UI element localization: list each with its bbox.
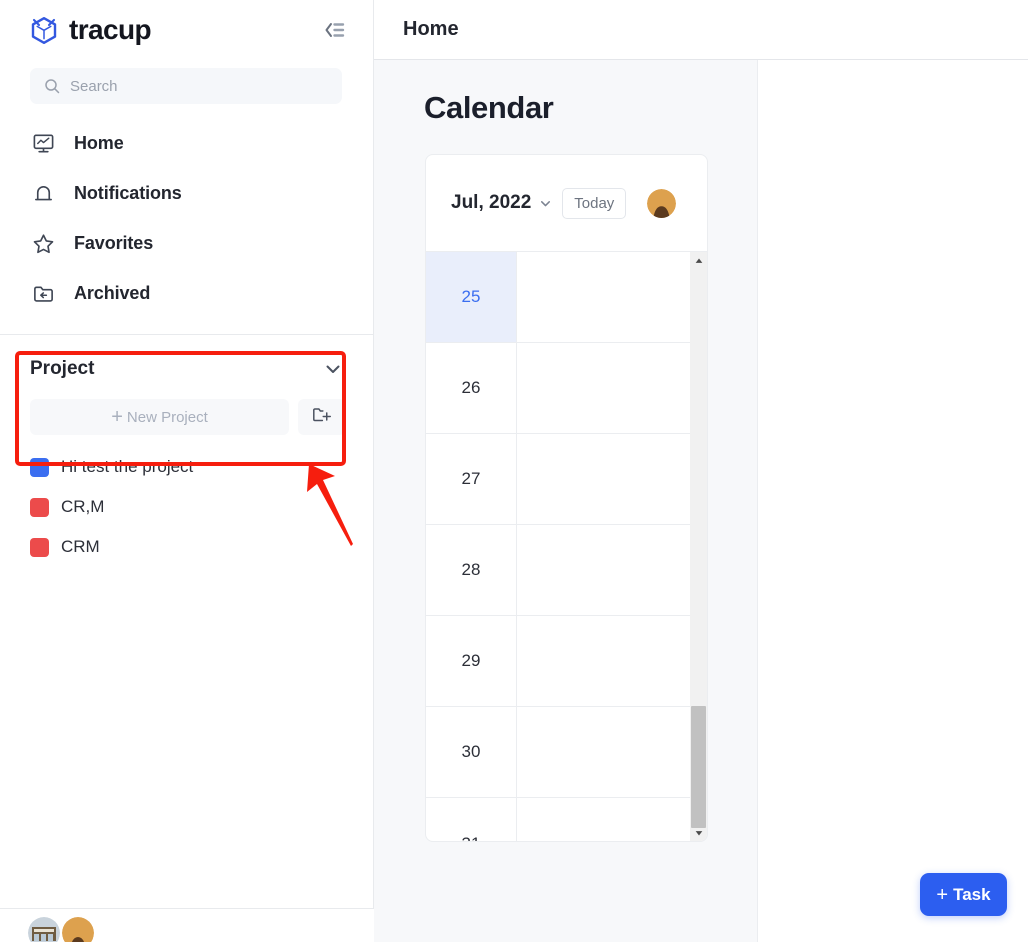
archive-folder-icon (30, 280, 56, 306)
project-color-swatch (30, 537, 49, 557)
sidebar-item-favorites[interactable]: Favorites (0, 218, 373, 268)
folder-plus-icon (311, 404, 332, 430)
new-project-label: New Project (126, 408, 208, 426)
tracup-cube-logo-icon (28, 14, 60, 46)
project-section-title: Project (30, 358, 95, 379)
avatar[interactable] (28, 917, 60, 942)
brand-name: tracup (69, 14, 152, 45)
star-icon (30, 230, 56, 256)
calendar-event-cell[interactable] (517, 434, 690, 524)
calendar-day-number[interactable]: 25 (426, 252, 517, 342)
scroll-up-arrow-icon[interactable] (690, 252, 707, 269)
calendar-event-cell[interactable] (517, 616, 690, 706)
today-button[interactable]: Today (562, 187, 627, 219)
calendar-day-number[interactable]: 26 (426, 343, 517, 433)
avatar[interactable] (647, 188, 677, 218)
calendar-month-label: Jul, 2022 (451, 192, 532, 213)
project-color-swatch (30, 497, 49, 517)
page-title: Home (403, 18, 459, 40)
brand[interactable]: tracup (28, 14, 152, 46)
calendar-row[interactable]: 31 (426, 798, 690, 841)
calendar-day-number[interactable]: 28 (426, 525, 517, 615)
sidebar-item-label: Archived (74, 282, 151, 303)
main-area: Home Calendar Jul, 2022 Today 25 26 27 2… (374, 0, 1028, 942)
project-section: Project + New Project (0, 345, 373, 435)
calendar-day-number[interactable]: 31 (426, 798, 517, 841)
calendar-scroll-area: 25 26 27 28 29 30 (426, 251, 707, 841)
calendar-pane: Calendar Jul, 2022 Today 25 26 27 28 29 … (374, 60, 758, 942)
sidebar-header: tracup (0, 0, 373, 60)
sidebar-item-label: Home (74, 132, 124, 153)
calendar-card: Jul, 2022 Today 25 26 27 28 29 30 (425, 154, 708, 842)
project-name: Hi test the project (61, 457, 194, 476)
project-color-swatch (30, 457, 49, 477)
list-item[interactable]: CR,M (30, 487, 373, 527)
calendar-day-number[interactable]: 30 (426, 707, 517, 797)
calendar-event-cell[interactable] (517, 798, 690, 841)
bell-icon (30, 180, 56, 206)
calendar-event-cell[interactable] (517, 707, 690, 797)
calendar-row[interactable]: 27 (426, 434, 690, 525)
search-container (0, 60, 373, 104)
new-project-button[interactable]: + New Project (30, 399, 289, 435)
sidebar-nav: Home Notifications Favorites Archived (0, 104, 373, 318)
calendar-event-cell[interactable] (517, 525, 690, 615)
app-root: tracup Search Home Notifications Favorit… (0, 0, 1028, 942)
collapse-sidebar-icon[interactable] (319, 16, 349, 44)
calendar-grid: 25 26 27 28 29 30 (426, 251, 690, 841)
plus-icon: + (936, 883, 949, 906)
list-item[interactable]: CRM (30, 527, 373, 567)
calendar-day-number[interactable]: 29 (426, 616, 517, 706)
right-content-pane (758, 60, 1028, 942)
scrollbar-track[interactable] (690, 269, 707, 828)
list-item[interactable]: Hi test the project (30, 447, 373, 487)
calendar-row[interactable]: 30 (426, 707, 690, 798)
calendar-event-cell[interactable] (517, 252, 690, 342)
chevron-down-icon[interactable] (538, 196, 553, 211)
calendar-row[interactable]: 28 (426, 525, 690, 616)
search-icon (44, 78, 60, 94)
scrollbar-thumb[interactable] (691, 706, 706, 828)
sidebar-footer (0, 908, 374, 942)
calendar-scrollbar[interactable] (690, 251, 707, 841)
calendar-row[interactable]: 25 (426, 252, 690, 343)
content-row: Calendar Jul, 2022 Today 25 26 27 28 29 … (374, 60, 1028, 942)
add-task-label: Task (953, 884, 991, 904)
sidebar-item-label: Notifications (74, 182, 182, 203)
project-name: CR,M (61, 497, 105, 516)
topbar: Home (374, 0, 1028, 60)
calendar-day-number[interactable]: 27 (426, 434, 517, 524)
plus-icon: + (111, 406, 123, 428)
sidebar: tracup Search Home Notifications Favorit… (0, 0, 374, 942)
calendar-event-cell[interactable] (517, 343, 690, 433)
calendar-toolbar: Jul, 2022 Today (426, 155, 707, 251)
chevron-down-icon[interactable] (321, 357, 345, 381)
calendar-row[interactable]: 26 (426, 343, 690, 434)
sidebar-item-archived[interactable]: Archived (0, 268, 373, 318)
sidebar-item-notifications[interactable]: Notifications (0, 168, 373, 218)
avatar[interactable] (62, 917, 94, 942)
calendar-row[interactable]: 29 (426, 616, 690, 707)
new-folder-button[interactable] (298, 399, 345, 435)
sidebar-divider (0, 334, 373, 335)
monitor-chart-icon (30, 130, 56, 156)
project-actions: + New Project (30, 399, 345, 435)
calendar-heading: Calendar (424, 90, 554, 125)
sidebar-item-home[interactable]: Home (0, 118, 373, 168)
search-input[interactable] (70, 77, 328, 95)
add-task-button[interactable]: + Task (920, 873, 1007, 916)
project-list: Hi test the project CR,M CRM (0, 435, 373, 567)
project-name: CRM (61, 537, 100, 556)
project-section-header[interactable]: Project (30, 345, 345, 393)
search-box[interactable] (30, 68, 342, 104)
sidebar-item-label: Favorites (74, 232, 154, 253)
